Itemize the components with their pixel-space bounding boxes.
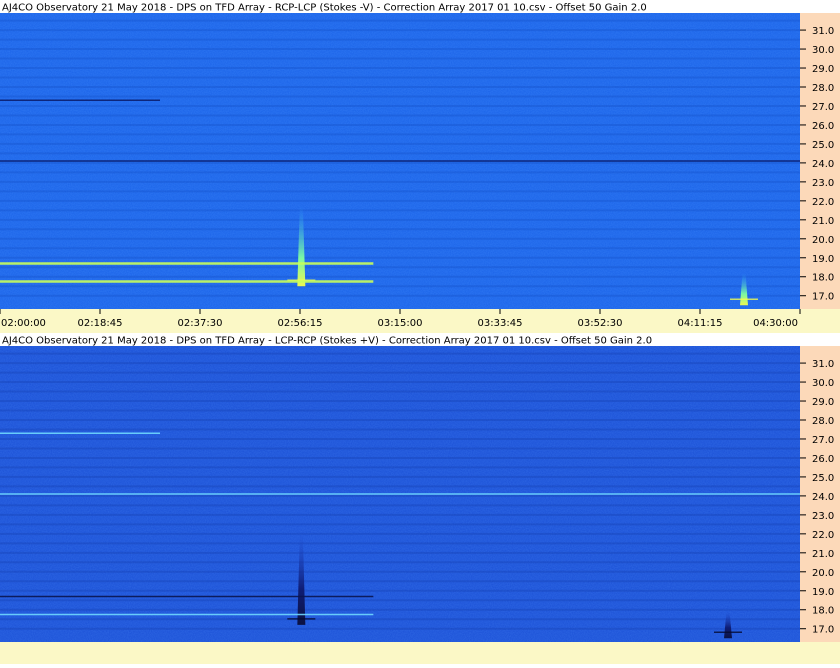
y-tick-label: 22.0 [812, 197, 834, 208]
y-tick-label: 23.0 [812, 511, 834, 522]
y-tick-label: 27.0 [812, 102, 834, 113]
y-tick-label: 24.0 [812, 492, 834, 503]
y-tick-label: 21.0 [812, 549, 834, 560]
spectrogram-figure: AJ4CO Observatory 21 May 2018 - DPS on T… [0, 0, 840, 664]
bottom-spectrogram [0, 346, 800, 642]
x-tick-label: 02:00:00 [1, 318, 46, 329]
y-tick-label: 18.0 [812, 606, 834, 617]
x-tick-label: 03:15:00 [378, 318, 423, 329]
top-spectrogram [0, 13, 800, 309]
spectrogram-window: AJ4CO Observatory 21 May 2018 - DPS on T… [0, 0, 840, 664]
y-tick-label: 19.0 [812, 587, 834, 598]
y-tick-label: 28.0 [812, 416, 834, 427]
y-tick-label: 31.0 [812, 359, 834, 370]
y-tick-label: 23.0 [812, 178, 834, 189]
y-tick-label: 28.0 [812, 83, 834, 94]
x-tick-label: 04:30:00 [753, 318, 798, 329]
y-tick-label: 22.0 [812, 530, 834, 541]
x-tick-label: 03:33:45 [478, 318, 523, 329]
bottom-status-bar [0, 642, 840, 664]
y-tick-label: 29.0 [812, 397, 834, 408]
x-tick-label: 02:37:30 [178, 318, 223, 329]
x-tick-label: 02:18:45 [78, 318, 123, 329]
y-tick-label: 26.0 [812, 454, 834, 465]
y-tick-label: 17.0 [812, 292, 834, 303]
x-tick-label: 02:56:15 [278, 318, 323, 329]
y-tick-label: 26.0 [812, 121, 834, 132]
y-tick-label: 17.0 [812, 625, 834, 636]
y-tick-label: 20.0 [812, 568, 834, 579]
y-tick-label: 18.0 [812, 273, 834, 284]
x-tick-label: 04:11:15 [678, 318, 723, 329]
y-tick-label: 30.0 [812, 45, 834, 56]
y-tick-label: 24.0 [812, 159, 834, 170]
y-tick-label: 30.0 [812, 378, 834, 389]
top-panel-title: AJ4CO Observatory 21 May 2018 - DPS on T… [2, 3, 647, 14]
y-tick-label: 25.0 [812, 140, 834, 151]
y-tick-label: 25.0 [812, 473, 834, 484]
y-tick-label: 31.0 [812, 26, 834, 37]
y-tick-label: 27.0 [812, 435, 834, 446]
y-tick-label: 21.0 [812, 216, 834, 227]
x-tick-label: 03:52:30 [578, 318, 623, 329]
bottom-panel-title: AJ4CO Observatory 21 May 2018 - DPS on T… [2, 336, 652, 347]
y-tick-label: 20.0 [812, 235, 834, 246]
y-tick-label: 19.0 [812, 254, 834, 265]
y-tick-label: 29.0 [812, 64, 834, 75]
